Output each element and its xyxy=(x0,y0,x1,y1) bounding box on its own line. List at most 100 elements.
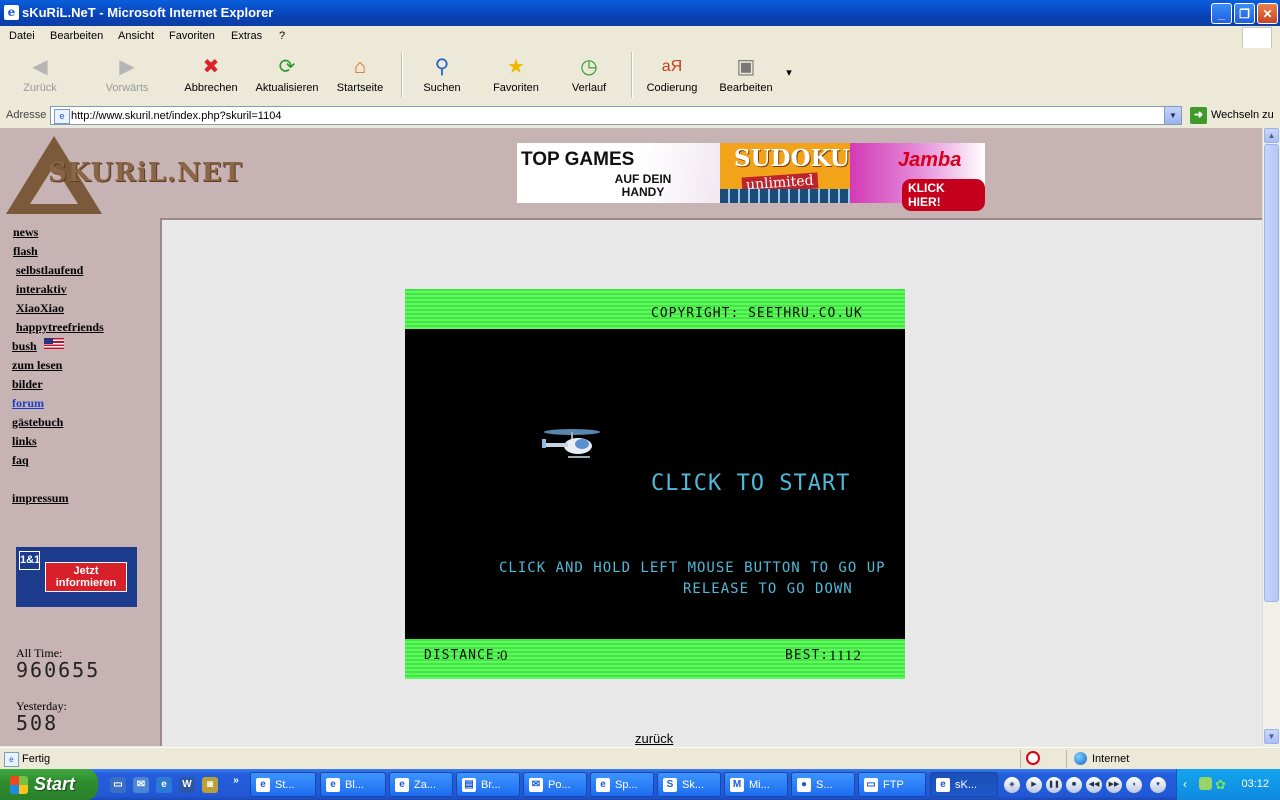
tray-expand-icon[interactable]: ‹ xyxy=(1183,777,1187,791)
address-input[interactable]: e http://www.skuril.net/index.php?skuril… xyxy=(50,106,1182,125)
status-text: Fertig xyxy=(22,753,51,765)
site-logo[interactable]: SKURiL.NET xyxy=(48,158,243,188)
quicklaunch-desktop-icon[interactable]: ▭ xyxy=(110,777,126,793)
popup-blocked-icon[interactable] xyxy=(1026,751,1040,765)
helicopter-game[interactable]: COPYRIGHT: SEETHRU.CO.UK CLICK TO START … xyxy=(405,289,905,679)
task-button[interactable]: ▤ Br... xyxy=(456,772,520,797)
task-button[interactable]: e Za... xyxy=(389,772,453,797)
address-label: Adresse xyxy=(6,109,47,121)
scroll-down-icon[interactable]: ▼ xyxy=(1264,729,1279,744)
web-page: SKURiL.NET TOP GAMES AUF DEIN HANDY SUDO… xyxy=(0,128,1262,746)
search-button[interactable]: ⚲ Suchen xyxy=(416,52,468,100)
address-bar: Adresse e http://www.skuril.net/index.ph… xyxy=(0,104,1280,129)
media-next-icon[interactable]: ▶▶ xyxy=(1106,777,1122,793)
quicklaunch-word-icon[interactable]: W xyxy=(179,777,195,793)
jetzt-informieren-button[interactable]: Jetzt informieren xyxy=(45,562,127,592)
menu-datei[interactable]: Datei xyxy=(9,30,35,42)
stop-button[interactable]: ✖ Abbrechen xyxy=(180,52,242,100)
task-button[interactable]: ▭ FTP xyxy=(858,772,926,797)
clock[interactable]: 03:12 xyxy=(1241,778,1269,790)
nav-interaktiv[interactable]: interaktiv xyxy=(16,282,67,297)
1und1-logo: 1&1 xyxy=(19,551,40,570)
distance-value: 0 xyxy=(500,648,509,664)
task-button[interactable]: e Bl... xyxy=(320,772,386,797)
forward-button[interactable]: ▶ Vorwärts xyxy=(96,52,158,100)
back-arrow-icon: ◀ xyxy=(32,56,48,78)
search-icon: ⚲ xyxy=(434,56,450,78)
address-dropdown-icon[interactable]: ▼ xyxy=(1164,107,1181,124)
nav-links[interactable]: links xyxy=(12,434,37,449)
page-done-icon: e xyxy=(4,752,19,767)
title-bar[interactable]: e sKuRiL.NeT - Microsoft Internet Explor… xyxy=(0,0,1280,26)
home-button[interactable]: ⌂ Startseite xyxy=(330,52,390,100)
ad-1und1[interactable]: 1&1 Jetzt informieren xyxy=(16,547,137,607)
back-button[interactable]: ◀ Zurück xyxy=(10,52,70,100)
tray-network-icon[interactable] xyxy=(1199,777,1212,790)
task-button[interactable]: e Sp... xyxy=(590,772,654,797)
close-button[interactable]: ✕ xyxy=(1257,3,1278,24)
quicklaunch-mail-icon[interactable]: ✉ xyxy=(133,777,149,793)
edit-button[interactable]: ▣ Bearbeiten xyxy=(716,52,776,100)
best-label: BEST: xyxy=(785,648,830,663)
helicopter-icon xyxy=(542,429,600,458)
menu-favoriten[interactable]: Favoriten xyxy=(169,30,215,42)
game-copyright: COPYRIGHT: SEETHRU.CO.UK xyxy=(651,306,863,321)
maximize-button[interactable]: ❐ xyxy=(1234,3,1255,24)
media-logo-icon[interactable]: ◈ xyxy=(1004,777,1020,793)
ad-banner[interactable]: TOP GAMES AUF DEIN HANDY SUDOKU unlimite… xyxy=(517,143,985,211)
minimize-button[interactable]: _ xyxy=(1211,3,1232,24)
task-button[interactable]: M Mi... xyxy=(724,772,788,797)
nav-bush[interactable]: bush xyxy=(12,339,37,354)
menu-help[interactable]: ? xyxy=(279,30,285,42)
menu-bearbeiten[interactable]: Bearbeiten xyxy=(50,30,103,42)
tray-app-icon[interactable]: ✿ xyxy=(1215,777,1226,793)
yesterday-counter: 508 xyxy=(16,711,59,735)
ie-icon: e xyxy=(4,5,19,20)
nav-forum[interactable]: forum xyxy=(12,396,44,411)
task-button-active[interactable]: e sK... xyxy=(930,772,998,797)
favorites-button[interactable]: ★ Favoriten xyxy=(487,52,545,100)
address-url: http://www.skuril.net/index.php?skuril=1… xyxy=(71,110,282,122)
nav-selbstlaufend[interactable]: selbstlaufend xyxy=(16,263,83,278)
click-to-start[interactable]: CLICK TO START xyxy=(651,471,850,496)
task-button[interactable]: S Sk... xyxy=(657,772,721,797)
task-button[interactable]: e St... xyxy=(250,772,316,797)
quicklaunch-ie-icon[interactable]: e xyxy=(156,777,172,793)
task-button[interactable]: ✉ Po... xyxy=(523,772,587,797)
quicklaunch-app-icon[interactable]: ◙ xyxy=(202,777,218,793)
media-stop-icon[interactable]: ■ xyxy=(1066,777,1082,793)
nav-news[interactable]: news xyxy=(13,225,38,240)
media-menu-icon[interactable]: ▾ xyxy=(1150,777,1166,793)
back-link[interactable]: zurück xyxy=(635,731,673,746)
quicklaunch-more-icon[interactable]: » xyxy=(228,773,244,789)
window-title: sKuRiL.NeT - Microsoft Internet Explorer xyxy=(22,5,274,20)
nav-impressum[interactable]: impressum xyxy=(12,491,68,506)
encoding-button[interactable]: aЯ Codierung xyxy=(644,52,700,100)
media-play-icon[interactable]: ▶ xyxy=(1026,777,1042,793)
media-pause-icon[interactable]: ❚❚ xyxy=(1046,777,1062,793)
nav-gastebuch[interactable]: gästebuch xyxy=(12,415,63,430)
media-volume-icon[interactable]: ◖ xyxy=(1126,777,1142,793)
nav-bilder[interactable]: bilder xyxy=(12,377,43,392)
refresh-button[interactable]: ⟳ Aktualisieren xyxy=(252,52,322,100)
page-icon: e xyxy=(54,109,70,124)
vertical-scrollbar[interactable]: ▲ ▼ xyxy=(1262,128,1280,746)
distance-label: DISTANCE: xyxy=(424,648,504,663)
go-button[interactable]: Wechseln zu xyxy=(1211,109,1274,121)
menu-ansicht[interactable]: Ansicht xyxy=(118,30,154,42)
nav-happytreefriends[interactable]: happytreefriends xyxy=(16,320,104,335)
home-icon: ⌂ xyxy=(353,56,367,78)
nav-flash[interactable]: flash xyxy=(13,244,38,259)
task-button[interactable]: ● S... xyxy=(791,772,855,797)
forward-arrow-icon: ▶ xyxy=(119,56,135,78)
media-prev-icon[interactable]: ◀◀ xyxy=(1086,777,1102,793)
nav-xiaoxiao[interactable]: XiaoXiao xyxy=(16,301,64,316)
history-button[interactable]: ◷ Verlauf xyxy=(566,52,612,100)
nav-zum-lesen[interactable]: zum lesen xyxy=(12,358,62,373)
nav-faq[interactable]: faq xyxy=(12,453,29,468)
menu-extras[interactable]: Extras xyxy=(231,30,262,42)
start-button[interactable]: Start xyxy=(0,769,98,800)
go-arrow-icon[interactable]: ➜ xyxy=(1190,107,1207,124)
scroll-thumb[interactable] xyxy=(1264,144,1279,602)
scroll-up-icon[interactable]: ▲ xyxy=(1264,128,1279,143)
